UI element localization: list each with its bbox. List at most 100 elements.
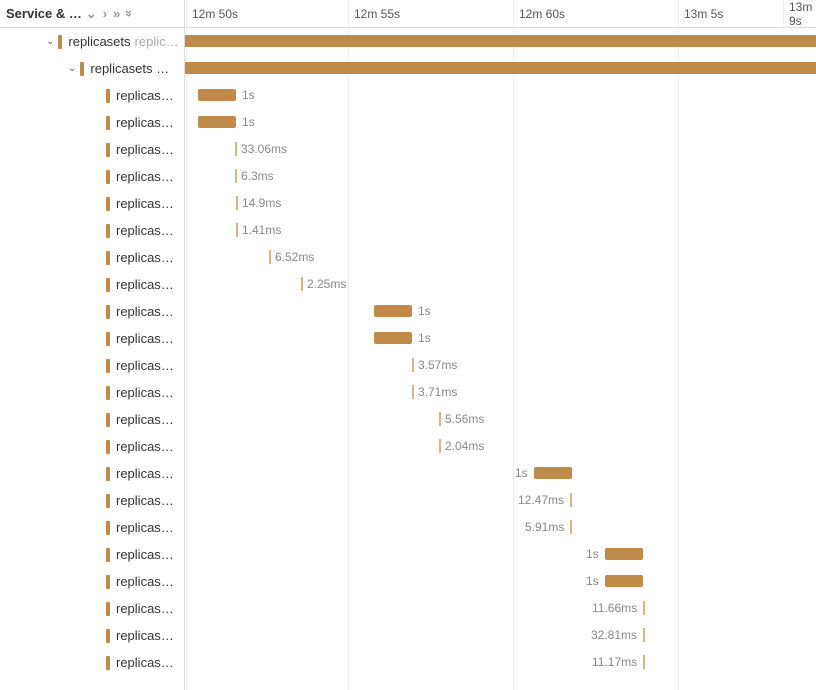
span-bar[interactable] [570,520,572,534]
gantt-row[interactable]: 2.04ms [185,433,816,460]
row-color-mark [106,89,110,103]
span-name: replicas… [116,655,174,670]
span-bar[interactable] [374,305,412,317]
span-bar[interactable] [412,358,414,372]
gantt-row[interactable]: 1s [185,568,816,595]
row-color-mark [106,656,110,670]
span-bar[interactable] [235,169,237,183]
gantt-row[interactable]: 6.52ms [185,244,816,271]
panel-title: Service & … [6,6,82,21]
span-bar[interactable] [198,116,236,128]
gantt-row[interactable]: 1s [185,82,816,109]
span-tree-row[interactable]: replicas… [0,514,184,541]
caret-icon[interactable]: ⌄ [46,36,54,47]
span-tree-row[interactable]: replicas… [0,217,184,244]
gantt-row[interactable]: 1s [185,460,816,487]
gantt-row[interactable]: 11.66ms [185,595,816,622]
timeline-header: 12m 50s12m 55s12m 60s13m 5s13m 9s [185,0,816,27]
time-tick: 12m 55s [348,0,400,27]
span-tree-row[interactable]: replicas… [0,595,184,622]
span-bar[interactable] [269,250,271,264]
span-bar[interactable] [643,601,645,615]
tree-panel: ⌄replicasetsreplic…⌄replicasets …replica… [0,28,185,690]
span-bar[interactable] [236,223,238,237]
collapse-all-icon[interactable]: » [123,10,136,17]
gantt-row[interactable]: 14.9ms [185,190,816,217]
span-bar[interactable] [605,548,643,560]
gantt-row[interactable] [185,28,816,55]
span-bar[interactable] [412,385,414,399]
span-duration-label: 1s [586,574,599,588]
span-tree-row[interactable]: replicas… [0,622,184,649]
span-duration-label: 1s [242,115,255,129]
span-tree-row[interactable]: replicas… [0,487,184,514]
span-bar[interactable] [374,332,412,344]
gantt-row[interactable]: 33.06ms [185,136,816,163]
gantt-row[interactable]: 6.3ms [185,163,816,190]
span-tree-row[interactable]: replicas… [0,541,184,568]
gantt-row[interactable]: 1s [185,325,816,352]
span-tree-row[interactable]: replicas… [0,649,184,676]
trace-viewer: Service & … ⌄ › » » 12m 50s12m 55s12m 60… [0,0,816,690]
span-duration-label: 12.47ms [518,493,564,507]
span-tree-row[interactable]: replicas… [0,352,184,379]
span-tree-row[interactable]: replicas… [0,568,184,595]
gantt-row[interactable]: 32.81ms [185,622,816,649]
gantt-row[interactable]: 12.47ms [185,487,816,514]
gantt-row[interactable]: 3.71ms [185,379,816,406]
gantt-row[interactable]: 3.57ms [185,352,816,379]
panel-resizer[interactable] [178,28,184,690]
gantt-row[interactable]: 1.41ms [185,217,816,244]
span-tree-row[interactable]: replicas… [0,109,184,136]
span-tree-row[interactable]: replicas… [0,379,184,406]
span-tree-row[interactable]: replicas… [0,433,184,460]
span-tree-row[interactable]: replicas… [0,190,184,217]
span-tree-row[interactable]: replicas… [0,460,184,487]
span-bar[interactable] [236,196,238,210]
span-tree-row[interactable]: replicas… [0,244,184,271]
span-bar[interactable] [643,655,645,669]
span-tree-row[interactable]: ⌄replicasets … [0,55,184,82]
span-duration-label: 32.81ms [591,628,637,642]
span-name: replicas… [116,115,174,130]
span-bar[interactable] [570,493,572,507]
span-bar[interactable] [235,142,237,156]
gantt-row[interactable]: 1s [185,298,816,325]
span-tree-row[interactable]: replicas… [0,406,184,433]
expand-all-icon[interactable]: » [113,7,120,20]
span-duration-label: 3.57ms [418,358,457,372]
gantt-row[interactable]: 5.91ms [185,514,816,541]
span-tree-row[interactable]: replicas… [0,271,184,298]
span-bar[interactable] [643,628,645,642]
panel-header: Service & … ⌄ › » » [0,0,185,27]
collapse-down-icon[interactable]: ⌄ [86,7,97,20]
span-duration-label: 11.17ms [592,655,637,669]
span-tree-row[interactable]: replicas… [0,82,184,109]
gantt-row[interactable]: 1s [185,541,816,568]
row-color-mark [106,467,110,481]
gantt-row[interactable]: 5.56ms [185,406,816,433]
span-bar[interactable] [301,277,303,291]
timeline-panel[interactable]: 1s1s33.06ms6.3ms14.9ms1.41ms6.52ms2.25ms… [185,28,816,690]
span-tree-row[interactable]: ⌄replicasetsreplic… [0,28,184,55]
span-tree-row[interactable]: replicas… [0,136,184,163]
span-bar[interactable] [605,575,643,587]
span-bar[interactable] [198,89,236,101]
gantt-row[interactable]: 11.17ms [185,649,816,676]
span-duration-label: 1s [586,547,599,561]
caret-icon[interactable]: ⌄ [68,63,76,74]
span-bar[interactable] [439,439,441,453]
span-tree-row[interactable]: replicas… [0,163,184,190]
span-tree-row[interactable]: replicas… [0,325,184,352]
span-bar[interactable] [185,35,816,47]
gantt-row[interactable]: 2.25ms [185,271,816,298]
span-bar[interactable] [534,467,572,479]
gantt-row[interactable] [185,55,816,82]
span-duration-label: 5.91ms [525,520,564,534]
next-icon[interactable]: › [103,7,107,20]
span-tree-row[interactable]: replicas… [0,298,184,325]
span-duration-label: 1s [242,88,255,102]
span-bar[interactable] [439,412,441,426]
span-bar[interactable] [185,62,816,74]
gantt-row[interactable]: 1s [185,109,816,136]
